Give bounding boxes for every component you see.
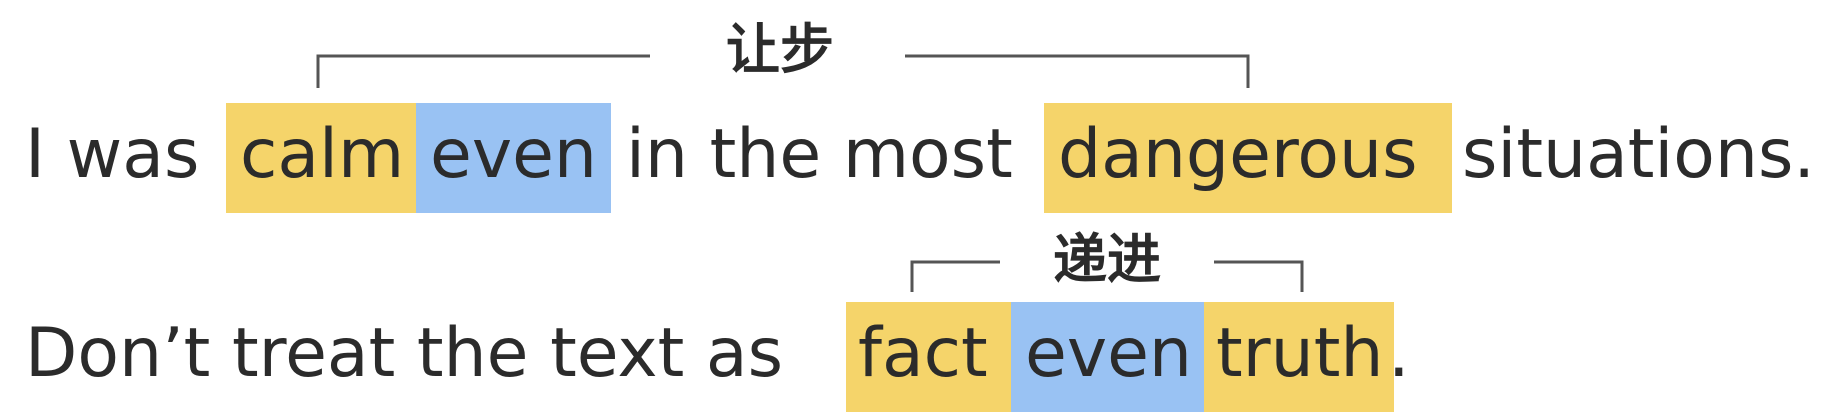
- highlight-calm: calm: [226, 103, 416, 213]
- sentence-1: I was calm even in the most dangerous si…: [0, 103, 1827, 213]
- highlight-dangerous: dangerous: [1044, 103, 1452, 213]
- word-i-was: I was: [25, 115, 200, 194]
- word-in-the-most: in the most: [626, 115, 1013, 194]
- highlight-fact: fact: [846, 302, 1011, 412]
- concession-label: 让步: [726, 18, 834, 81]
- highlight-truth: truth: [1204, 302, 1394, 412]
- sentence-2: Don’t treat the text as fact even truth …: [0, 302, 1827, 412]
- highlight-even: even: [416, 103, 611, 213]
- word-period: .: [1388, 314, 1410, 393]
- word-situations: situations.: [1462, 115, 1816, 194]
- progression-label: 递进: [1053, 228, 1161, 291]
- highlight-even-2: even: [1011, 302, 1204, 412]
- word-dont-treat: Don’t treat the text as: [25, 314, 783, 393]
